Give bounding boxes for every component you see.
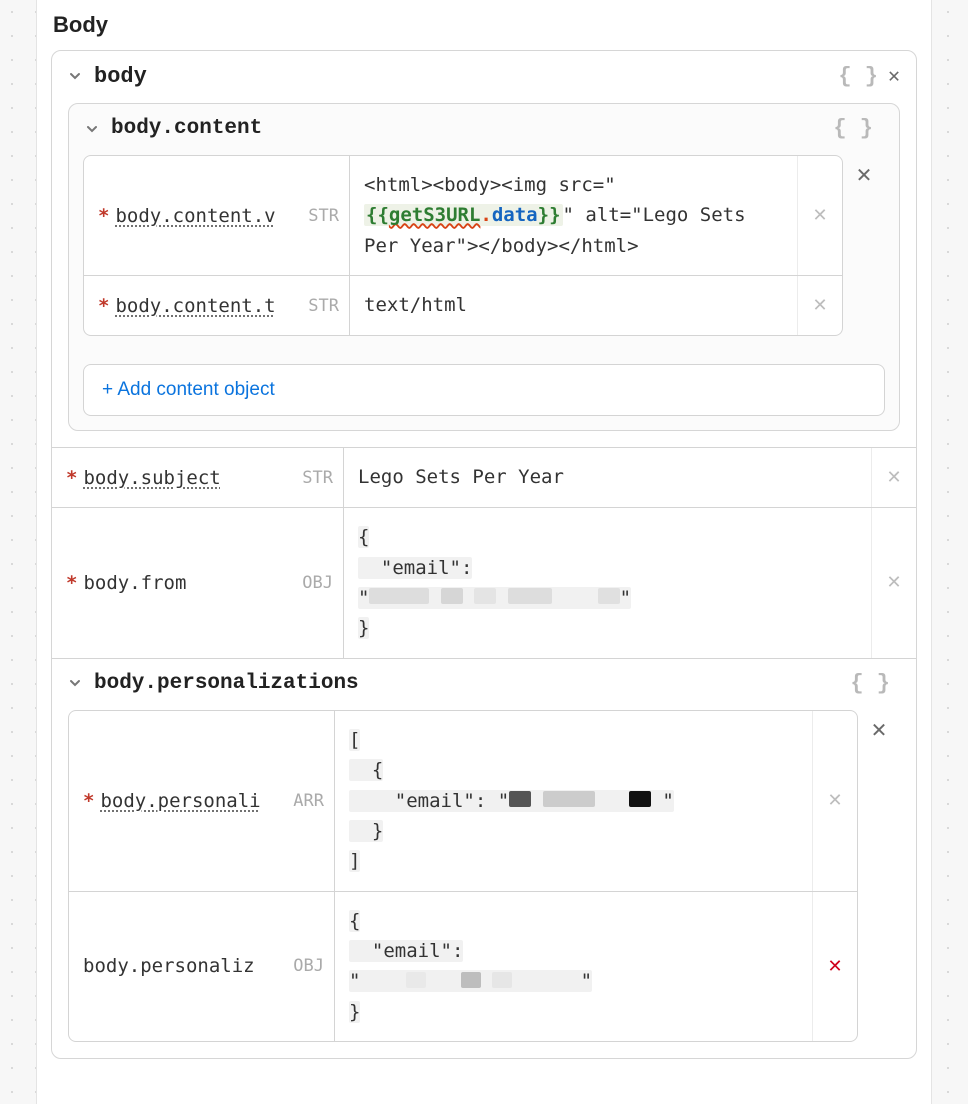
type-tag: STR	[302, 206, 339, 226]
body-block: body { } ✕ body.content { }	[51, 50, 917, 1059]
close-icon[interactable]: ✕	[813, 892, 857, 1042]
braces-icon[interactable]: { }	[850, 671, 890, 696]
table-row: * body.subject STR Lego Sets Per Year ✕	[52, 447, 916, 507]
close-icon[interactable]: ✕	[798, 276, 842, 335]
body-content-label: body.content	[111, 117, 262, 140]
key-cell[interactable]: * body.content.v STR	[84, 156, 350, 275]
close-icon[interactable]: ✕	[798, 156, 842, 275]
key-label: body.from	[83, 572, 186, 594]
value-cell[interactable]: Lego Sets Per Year	[344, 448, 872, 507]
braces-icon[interactable]: { }	[833, 116, 873, 141]
chevron-down-icon	[85, 122, 99, 136]
personalizations-rows: * body.personali ARR [ { "email": " " } …	[68, 710, 858, 1043]
row-close-icon[interactable]: ✕	[858, 710, 900, 1043]
table-row: * body.content.t STR text/html ✕	[84, 275, 842, 335]
table-row: * body.content.v STR <html><body><img sr…	[84, 156, 842, 275]
key-cell[interactable]: * body.from OBJ	[52, 508, 344, 658]
panel: Body body { } ✕ body.	[36, 0, 932, 1104]
close-icon[interactable]: ✕	[888, 63, 900, 89]
table-row: * body.from OBJ { "email": " " } ✕	[52, 507, 916, 658]
body-personalizations-header[interactable]: body.personalizations { }	[52, 658, 916, 710]
type-tag: STR	[296, 468, 333, 488]
key-cell[interactable]: * body.content.t STR	[84, 276, 350, 335]
value-cell[interactable]: [ { "email": " " } ]	[335, 711, 813, 891]
type-tag: STR	[302, 296, 339, 316]
type-tag: OBJ	[296, 573, 333, 593]
required-asterisk: *	[66, 467, 77, 489]
required-asterisk: *	[83, 790, 94, 812]
type-tag: ARR	[287, 791, 324, 811]
body-content-block: body.content { } * body.content	[68, 103, 900, 431]
key-cell[interactable]: * body.personali ARR	[69, 711, 335, 891]
section-title: Body	[53, 12, 917, 38]
body-personalizations-label: body.personalizations	[94, 672, 359, 695]
canvas: Body body { } ✕ body.	[0, 0, 968, 1104]
required-asterisk: *	[66, 572, 77, 594]
close-icon[interactable]: ✕	[872, 448, 916, 507]
value-cell[interactable]: { "email": " " }	[335, 892, 813, 1042]
chevron-down-icon	[68, 69, 82, 83]
key-cell[interactable]: * body.subject STR	[52, 448, 344, 507]
key-label: body.subject	[83, 467, 220, 489]
close-icon[interactable]: ✕	[872, 508, 916, 658]
close-icon[interactable]: ✕	[813, 711, 857, 891]
braces-icon[interactable]: { }	[838, 64, 878, 89]
value-cell[interactable]: { "email": " " }	[344, 508, 872, 658]
table-row: * body.personali ARR [ { "email": " " } …	[69, 711, 857, 891]
value-cell[interactable]: <html><body><img src="{{getS3URL.data}}"…	[350, 156, 798, 275]
type-tag: OBJ	[287, 956, 324, 976]
required-asterisk: *	[98, 295, 109, 317]
required-asterisk: *	[98, 205, 109, 227]
key-cell[interactable]: body.personaliz OBJ	[69, 892, 335, 1042]
value-cell[interactable]: text/html	[350, 276, 798, 335]
key-label: body.personaliz	[83, 955, 255, 977]
body-content-header[interactable]: body.content { }	[69, 104, 899, 155]
body-label: body	[94, 64, 147, 89]
content-rows: * body.content.v STR <html><body><img sr…	[83, 155, 843, 336]
key-label: body.content.t	[115, 295, 275, 317]
row-close-icon[interactable]: ✕	[843, 155, 885, 336]
key-label: body.personali	[100, 790, 260, 812]
key-label: body.content.v	[115, 205, 275, 227]
table-row: body.personaliz OBJ { "email": " " } ✕	[69, 891, 857, 1042]
chevron-down-icon	[68, 676, 82, 690]
add-content-button[interactable]: + Add content object	[83, 364, 885, 416]
body-header[interactable]: body { } ✕	[52, 51, 916, 103]
